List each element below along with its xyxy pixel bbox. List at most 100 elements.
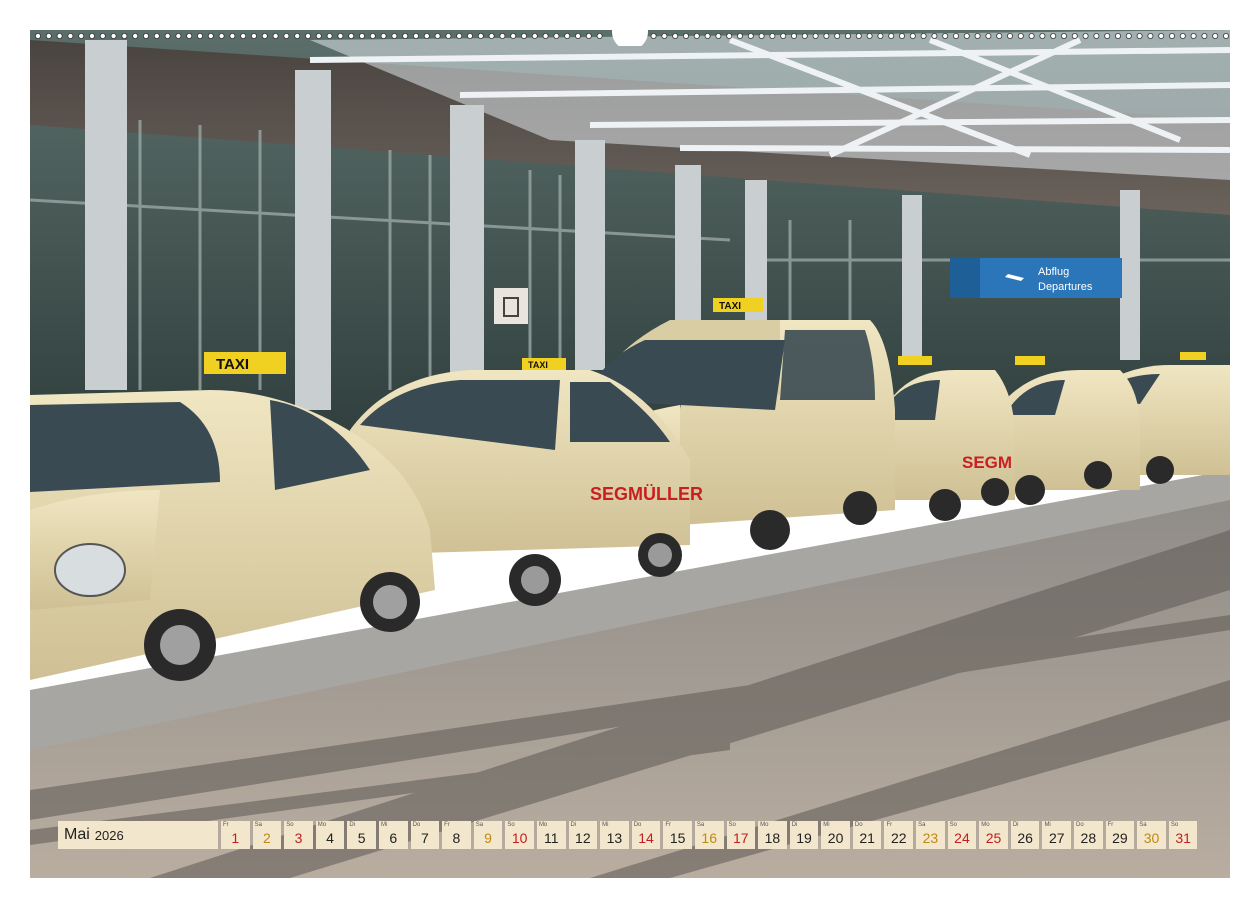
binding-hole (888, 33, 895, 39)
binding-hole (153, 33, 160, 39)
day-cell: Mi 20 (821, 821, 850, 849)
day-weekday: So (728, 822, 736, 828)
binding-hole (1190, 33, 1197, 39)
binding-hole (866, 33, 873, 39)
day-cell: Do 7 (410, 821, 440, 849)
binding-hole (553, 33, 560, 39)
binding-hole (1007, 33, 1014, 39)
year-label: 2026 (94, 827, 124, 843)
day-cell: Di 5 (347, 821, 376, 849)
binding-hole (283, 33, 290, 39)
day-number: 10 (511, 830, 528, 846)
binding-hole (931, 33, 938, 39)
binding-hole (348, 33, 355, 39)
sign-line-abflug: Abflug (1038, 266, 1069, 278)
binding-hole (758, 33, 765, 39)
binding-hole (683, 33, 690, 39)
day-number: 3 (294, 830, 303, 846)
binding-hole (337, 33, 344, 39)
binding-hole (520, 33, 527, 39)
binding-hole (877, 33, 884, 39)
day-weekday: Mi (380, 822, 388, 828)
day-weekday: Sa (918, 822, 926, 828)
svg-text:TAXI: TAXI (216, 356, 249, 373)
day-cell: Fr 1 (221, 821, 250, 849)
binding-hole (834, 33, 841, 39)
binding-hole (445, 33, 452, 39)
binding-hole (1017, 33, 1024, 39)
day-weekday: Do (854, 822, 863, 828)
ad-text-taxi-4: SEGM (962, 453, 1012, 472)
day-cell: Sa 2 (252, 821, 282, 849)
day-cell: Sa 9 (473, 821, 503, 849)
binding-hole (326, 33, 333, 39)
binding-hole (1169, 33, 1176, 39)
binding-hole (1093, 33, 1100, 39)
binding-hole (845, 33, 852, 39)
svg-text:TAXI: TAXI (528, 360, 548, 370)
binding-hole (358, 33, 365, 39)
day-weekday: Sa (254, 822, 262, 828)
day-number: 7 (420, 830, 429, 846)
day-number: 14 (638, 830, 654, 846)
day-number: 25 (985, 830, 1002, 846)
luggage-sign (494, 288, 528, 324)
day-number: 22 (890, 830, 907, 846)
day-weekday: Di (1012, 822, 1019, 828)
binding-hole (672, 33, 679, 39)
binding-hole (143, 33, 150, 39)
binding-hole (693, 33, 700, 39)
binding-hole (1050, 33, 1057, 39)
day-number: 27 (1048, 830, 1065, 846)
binding-hole (315, 33, 322, 39)
day-number: 23 (922, 830, 939, 846)
binding-hole (661, 33, 668, 39)
day-number: 17 (733, 830, 749, 846)
day-weekday: Di (791, 822, 798, 828)
binding-hole (423, 33, 430, 39)
binding-hole (67, 33, 74, 39)
day-cell: Mi 6 (378, 821, 408, 849)
day-number: 12 (575, 830, 591, 846)
binding-hole (477, 33, 484, 39)
day-weekday: Mo (981, 822, 990, 828)
binding-hole (585, 33, 592, 39)
binding-hole (1061, 33, 1068, 39)
day-weekday: Sa (475, 822, 484, 828)
day-number: 20 (827, 830, 844, 846)
day-number: 18 (764, 830, 781, 846)
day-cell: So 31 (1168, 821, 1198, 849)
day-cell: Di 26 (1010, 821, 1040, 849)
binding-hole (35, 33, 41, 39)
day-number: 13 (606, 830, 623, 846)
binding-hole (715, 33, 722, 39)
binding-hole (164, 33, 171, 39)
binding-hole (1028, 33, 1035, 39)
binding-hole (769, 33, 776, 39)
binding-hole (747, 33, 754, 39)
binding-hole (132, 33, 139, 39)
day-number: 31 (1175, 830, 1191, 846)
binding-hole (801, 33, 808, 39)
binding-hole (953, 33, 960, 39)
binding-hole (294, 33, 301, 39)
day-weekday: Mi (602, 822, 609, 828)
binding-hole (175, 33, 182, 39)
binding-hole (1071, 33, 1078, 39)
day-number: 5 (357, 830, 366, 846)
calendar-strip: Mai 2026 Fr 1 Sa 2 So 3 Mo 4 Di 5 Mi 6 Do 7 Fr 8 Sa 9 So 10… (58, 821, 1198, 849)
binding-hole (1082, 33, 1089, 39)
day-weekday: Sa (696, 822, 705, 828)
binding-hole (791, 33, 798, 39)
binding-hole (402, 33, 409, 39)
day-number: 29 (1112, 830, 1128, 846)
day-cell: Mi 13 (600, 821, 629, 849)
day-number: 21 (859, 830, 875, 846)
day-weekday: Mi (823, 822, 830, 828)
binding-hole (985, 33, 992, 39)
day-weekday: Mi (1044, 822, 1051, 828)
sign-line-departures: Departures (1038, 281, 1093, 293)
day-cell: Sa 30 (1137, 821, 1166, 849)
day-cell: Di 19 (789, 821, 819, 849)
day-number: 19 (796, 830, 812, 846)
